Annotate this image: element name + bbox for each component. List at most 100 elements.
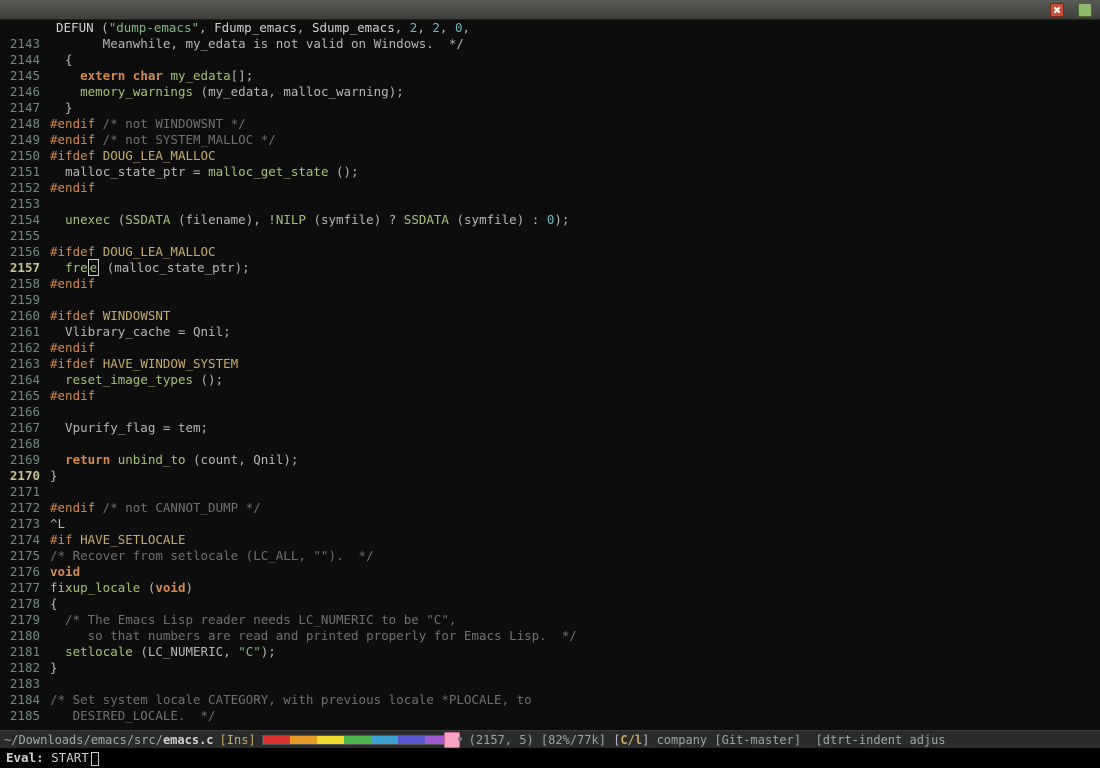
line-text[interactable]: } — [50, 100, 1100, 116]
minibuffer[interactable]: Eval: START — [0, 748, 1100, 768]
line-text[interactable]: DESIRED_LOCALE. */ — [50, 708, 1100, 724]
line-text[interactable]: #ifdef WINDOWSNT — [50, 308, 1100, 324]
code-line[interactable]: 2171 — [0, 484, 1100, 500]
code-line[interactable]: 2168 — [0, 436, 1100, 452]
code-line[interactable]: 2167 Vpurify_flag = tem; — [0, 420, 1100, 436]
line-text[interactable]: #endif /* not SYSTEM_MALLOC */ — [50, 132, 1100, 148]
line-text[interactable]: memory_warnings (my_edata, malloc_warnin… — [50, 84, 1100, 100]
line-text[interactable]: Vpurify_flag = tem; — [50, 420, 1100, 436]
code-line[interactable]: 2154 unexec (SSDATA (filename), !NILP (s… — [0, 212, 1100, 228]
line-text[interactable]: #endif — [50, 388, 1100, 404]
line-text[interactable] — [50, 436, 1100, 452]
line-text[interactable]: { — [50, 596, 1100, 612]
code-line[interactable]: 2178{ — [0, 596, 1100, 612]
code-line[interactable]: 2147 } — [0, 100, 1100, 116]
code-line[interactable]: 2165#endif — [0, 388, 1100, 404]
code-line[interactable]: 2152#endif — [0, 180, 1100, 196]
code-line[interactable]: 2179 /* The Emacs Lisp reader needs LC_N… — [0, 612, 1100, 628]
code-line[interactable]: 2161 Vlibrary_cache = Qnil; — [0, 324, 1100, 340]
code-line[interactable]: 2170} — [0, 468, 1100, 484]
code-line[interactable]: 2169 return unbind_to (count, Qnil); — [0, 452, 1100, 468]
line-text[interactable]: extern char my_edata[]; — [50, 68, 1100, 84]
buffer-name[interactable]: emacs.c — [163, 732, 214, 748]
line-text[interactable]: void — [50, 564, 1100, 580]
line-text[interactable]: Vlibrary_cache = Qnil; — [50, 324, 1100, 340]
line-text[interactable]: #endif /* not CANNOT_DUMP */ — [50, 500, 1100, 516]
code-line[interactable]: 2166 — [0, 404, 1100, 420]
code-line[interactable]: 2162#endif — [0, 340, 1100, 356]
line-text[interactable] — [50, 676, 1100, 692]
code-line[interactable]: 2174#if HAVE_SETLOCALE — [0, 532, 1100, 548]
code-line[interactable]: 2144 { — [0, 52, 1100, 68]
code-line[interactable]: 2146 memory_warnings (my_edata, malloc_w… — [0, 84, 1100, 100]
line-text[interactable]: Meanwhile, my_edata is not valid on Wind… — [50, 36, 1100, 52]
code-line[interactable]: 2150#ifdef DOUG_LEA_MALLOC — [0, 148, 1100, 164]
line-text[interactable]: #endif — [50, 340, 1100, 356]
code-line[interactable]: 2177fixup_locale (void) — [0, 580, 1100, 596]
line-text[interactable]: #endif /* not WINDOWSNT */ — [50, 116, 1100, 132]
minibuffer-input[interactable]: START — [51, 750, 89, 765]
line-text[interactable]: unexec (SSDATA (filename), !NILP (symfil… — [50, 212, 1100, 228]
code-line[interactable]: 2151 malloc_state_ptr = malloc_get_state… — [0, 164, 1100, 180]
line-text[interactable]: #ifdef DOUG_LEA_MALLOC — [50, 244, 1100, 260]
code-line[interactable]: 2148#endif /* not WINDOWSNT */ — [0, 116, 1100, 132]
editor-buffer[interactable]: DEFUN ("dump-emacs", Fdump_emacs, Sdump_… — [0, 20, 1100, 730]
line-text[interactable]: setlocale (LC_NUMERIC, "C"); — [50, 644, 1100, 660]
line-text[interactable]: } — [50, 660, 1100, 676]
line-text[interactable]: #endif — [50, 180, 1100, 196]
line-text[interactable]: /* Set system locale CATEGORY, with prev… — [50, 692, 1100, 708]
line-text[interactable]: /* Recover from setlocale (LC_ALL, ""). … — [50, 548, 1100, 564]
code-line[interactable]: 2163#ifdef HAVE_WINDOW_SYSTEM — [0, 356, 1100, 372]
code-line[interactable]: 2149#endif /* not SYSTEM_MALLOC */ — [0, 132, 1100, 148]
line-number: 2157 — [0, 260, 50, 276]
code-line[interactable]: 2164 reset_image_types (); — [0, 372, 1100, 388]
code-line[interactable]: 2173^L — [0, 516, 1100, 532]
line-text[interactable] — [50, 228, 1100, 244]
line-text[interactable] — [50, 292, 1100, 308]
line-text[interactable] — [50, 196, 1100, 212]
code-line[interactable]: 2184/* Set system locale CATEGORY, with … — [0, 692, 1100, 708]
code-line[interactable]: 2175/* Recover from setlocale (LC_ALL, "… — [0, 548, 1100, 564]
line-number: 2161 — [0, 324, 50, 340]
code-line[interactable]: 2153 — [0, 196, 1100, 212]
line-text[interactable]: malloc_state_ptr = malloc_get_state (); — [50, 164, 1100, 180]
code-line[interactable]: 2143 Meanwhile, my_edata is not valid on… — [0, 36, 1100, 52]
line-text[interactable]: return unbind_to (count, Qnil); — [50, 452, 1100, 468]
line-text[interactable]: fixup_locale (void) — [50, 580, 1100, 596]
code-line[interactable]: 2183 — [0, 676, 1100, 692]
code-line[interactable]: 2156#ifdef DOUG_LEA_MALLOC — [0, 244, 1100, 260]
line-text[interactable]: free (malloc_state_ptr); — [50, 260, 1100, 276]
line-number: 2183 — [0, 676, 50, 692]
code-area[interactable]: 2143 Meanwhile, my_edata is not valid on… — [0, 36, 1100, 724]
code-line[interactable]: 2181 setlocale (LC_NUMERIC, "C"); — [0, 644, 1100, 660]
code-line[interactable]: 2172#endif /* not CANNOT_DUMP */ — [0, 500, 1100, 516]
line-text[interactable] — [50, 484, 1100, 500]
code-line[interactable]: 2145 extern char my_edata[]; — [0, 68, 1100, 84]
code-line[interactable]: 2185 DESIRED_LOCALE. */ — [0, 708, 1100, 724]
line-text[interactable]: #if HAVE_SETLOCALE — [50, 532, 1100, 548]
line-text[interactable]: } — [50, 468, 1100, 484]
line-text[interactable]: reset_image_types (); — [50, 372, 1100, 388]
code-line[interactable]: 2159 — [0, 292, 1100, 308]
line-text[interactable]: #endif — [50, 276, 1100, 292]
code-line[interactable]: 2158#endif — [0, 276, 1100, 292]
line-text[interactable]: #ifdef HAVE_WINDOW_SYSTEM — [50, 356, 1100, 372]
line-number: 2159 — [0, 292, 50, 308]
code-line[interactable]: 2157 free (malloc_state_ptr); — [0, 260, 1100, 276]
line-text[interactable]: so that numbers are read and printed pro… — [50, 628, 1100, 644]
code-line[interactable]: 2160#ifdef WINDOWSNT — [0, 308, 1100, 324]
line-number: 2146 — [0, 84, 50, 100]
nyan-cat-icon — [444, 732, 460, 748]
line-text[interactable] — [50, 404, 1100, 420]
line-text[interactable]: #ifdef DOUG_LEA_MALLOC — [50, 148, 1100, 164]
code-line[interactable]: 2155 — [0, 228, 1100, 244]
nyan-progress[interactable] — [262, 735, 457, 745]
line-text[interactable]: { — [50, 52, 1100, 68]
code-line[interactable]: 2180 so that numbers are read and printe… — [0, 628, 1100, 644]
line-text[interactable]: ^L — [50, 516, 1100, 532]
code-line[interactable]: 2176void — [0, 564, 1100, 580]
maximize-icon[interactable] — [1078, 3, 1092, 17]
close-icon[interactable] — [1050, 3, 1064, 17]
line-text[interactable]: /* The Emacs Lisp reader needs LC_NUMERI… — [50, 612, 1100, 628]
code-line[interactable]: 2182} — [0, 660, 1100, 676]
